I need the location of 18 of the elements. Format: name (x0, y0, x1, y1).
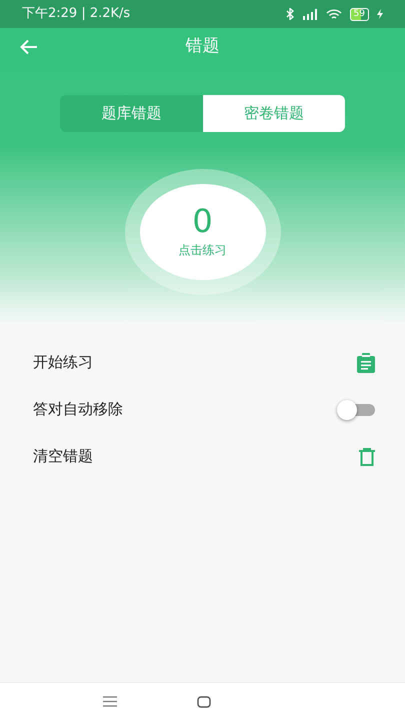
setting-label: 答对自动移除 (33, 399, 123, 420)
battery-icon: 59 (350, 8, 369, 20)
practice-button[interactable]: 0 点击练习 (140, 184, 266, 280)
page-title: 错题 (186, 35, 220, 58)
clipboard-icon[interactable] (357, 352, 375, 372)
signal-icon (302, 8, 318, 20)
charging-icon (377, 9, 383, 19)
setting-label: 清空错题 (33, 446, 93, 468)
status-time: 下午2:29 | 2.2K/s (22, 5, 130, 24)
home-icon[interactable] (197, 696, 211, 708)
menu-icon[interactable] (103, 696, 117, 707)
wifi-icon (326, 8, 342, 20)
bluetooth-icon (286, 8, 294, 20)
back-icon[interactable] (20, 39, 38, 55)
trash-icon[interactable] (359, 448, 375, 466)
setting-label: 开始练习 (33, 352, 93, 374)
tab[interactable]: 密卷错题 (202, 95, 345, 132)
tab[interactable]: 题库错题 (60, 95, 202, 132)
